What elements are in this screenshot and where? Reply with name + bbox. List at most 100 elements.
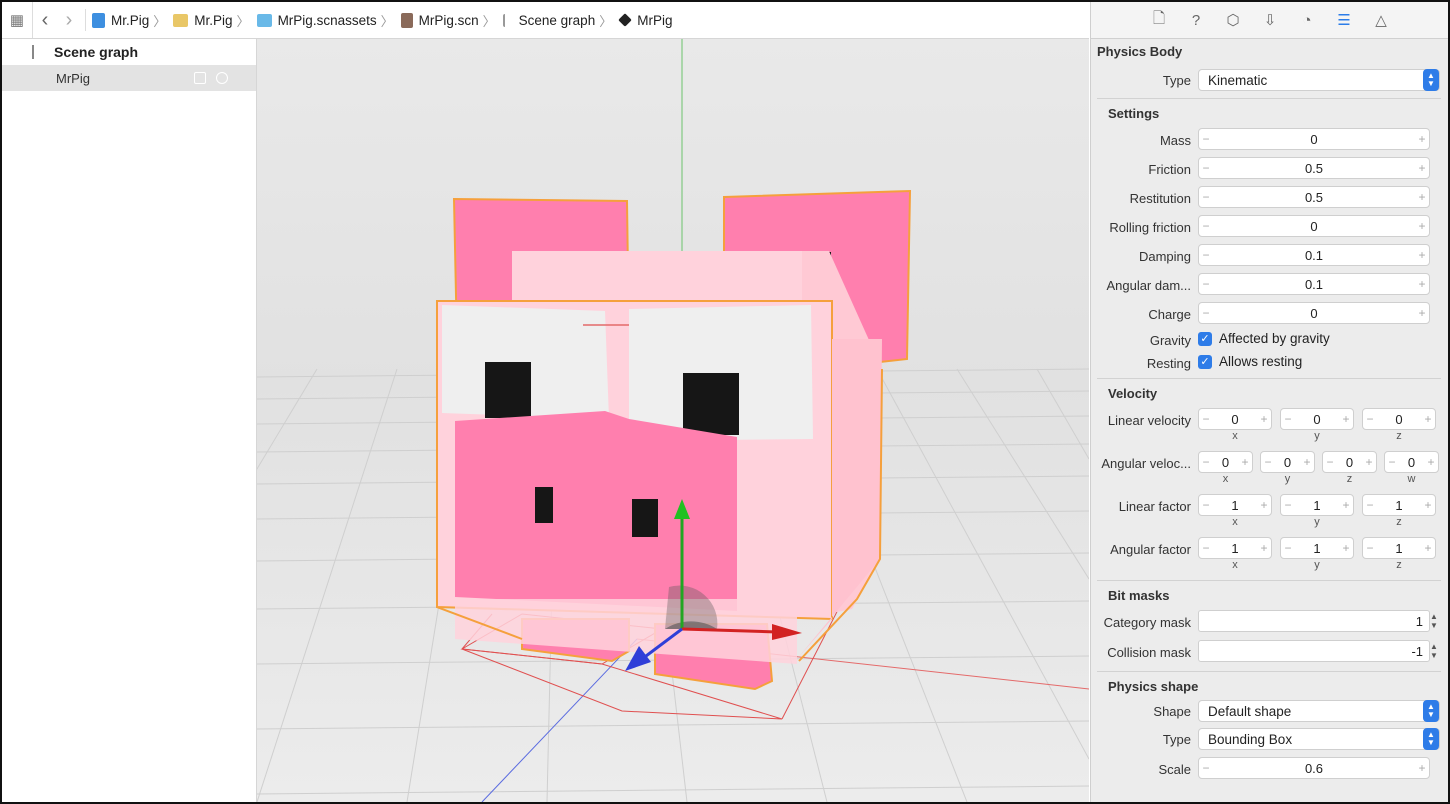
linear-velocity-label: Linear velocity: [1107, 413, 1191, 428]
friction-stepper[interactable]: −0.5 +: [1198, 157, 1430, 179]
cube-icon[interactable]: ⬡: [1223, 10, 1243, 30]
angular-velocity-y[interactable]: −0 +: [1260, 451, 1315, 473]
category-mask-label: Category mask: [1103, 615, 1191, 630]
back-arrow-icon[interactable]: ‹: [33, 2, 57, 38]
resting-checkbox[interactable]: ✓ Allows resting: [1198, 354, 1302, 369]
physics-body-title: Physics Body: [1097, 44, 1183, 59]
scene-icon[interactable]: △: [1371, 10, 1391, 30]
shape-select[interactable]: Default shape ▲ ▼: [1198, 700, 1440, 722]
axis-label: y: [1314, 559, 1320, 571]
bit-masks-title: Bit masks: [1108, 588, 1170, 603]
scene-render: [257, 39, 1089, 802]
scene-graph-header[interactable]: Scene graph: [2, 39, 256, 65]
scale-stepper[interactable]: −0.6 +: [1198, 757, 1430, 779]
angular-factor-z[interactable]: −1 +: [1362, 537, 1436, 559]
angular-damping-stepper[interactable]: −0.1 +: [1198, 273, 1430, 295]
angular-velocity-z[interactable]: −0 +: [1322, 451, 1377, 473]
linear-velocity-x[interactable]: −0 +: [1198, 408, 1272, 430]
charge-label: Charge: [1148, 307, 1191, 322]
xcode-window: ▦ ‹ › Mr.Pig 〉 Mr.Pig 〉 MrPig.scnassets …: [0, 0, 1450, 804]
axis-label: y: [1314, 516, 1320, 528]
select-arrows-icon: ▲ ▼: [1423, 728, 1439, 750]
linear-velocity-y[interactable]: −0 +: [1280, 408, 1354, 430]
physics-inspector: 🗋 ? ⬡ ⇩ ◔ ☰ △ Physics Body Type Kinemati…: [1090, 2, 1448, 802]
linear-factor-x[interactable]: −1 +: [1198, 494, 1272, 516]
axis-label: x: [1222, 473, 1229, 485]
linear-velocity-z[interactable]: −0 +: [1362, 408, 1436, 430]
linear-factor-z[interactable]: −1 +: [1362, 494, 1436, 516]
body-type-select[interactable]: Kinematic ▲ ▼: [1198, 69, 1440, 91]
rolling-friction-stepper[interactable]: −0 +: [1198, 215, 1430, 237]
breadcrumb-item[interactable]: Mr.Pig 〉: [92, 11, 173, 30]
damping-label: Damping: [1138, 249, 1191, 264]
z-axis-line: [481, 638, 638, 802]
scene-node-label: MrPig: [56, 70, 90, 86]
restitution-stepper[interactable]: −0.5 +: [1198, 186, 1430, 208]
breadcrumb-label: MrPig: [637, 12, 673, 28]
category-mask-stepper-icon[interactable]: ▲ ▼: [1429, 610, 1439, 632]
forward-arrow-icon[interactable]: ›: [57, 2, 81, 38]
gravity-checkbox[interactable]: ✓ Affected by gravity: [1198, 331, 1330, 346]
asset-folder-icon: [256, 13, 272, 27]
collision-mask-label: Collision mask: [1107, 645, 1191, 660]
angular-factor-y[interactable]: −1 +: [1280, 537, 1354, 559]
collision-mask-stepper-icon[interactable]: ▲ ▼: [1429, 640, 1439, 662]
node-options-icon[interactable]: [194, 72, 206, 84]
scene-viewport[interactable]: [257, 39, 1089, 802]
velocity-title: Velocity: [1108, 386, 1158, 401]
gravity-label: Gravity: [1149, 333, 1191, 348]
inspector-tabs: 🗋 ? ⬡ ⇩ ◔ ☰ △: [1091, 2, 1448, 39]
shape-label: Shape: [1153, 704, 1191, 719]
breadcrumb-item[interactable]: Mr.Pig 〉: [173, 11, 256, 30]
folder-icon: [173, 13, 189, 27]
breadcrumb-item[interactable]: MrPig.scnassets 〉: [256, 11, 401, 30]
angular-factor-label: Angular factor: [1110, 542, 1191, 557]
node-cube-icon: [618, 13, 633, 27]
axis-label: w: [1407, 473, 1416, 485]
damping-stepper[interactable]: −0.1 +: [1198, 244, 1430, 266]
breadcrumb-label: Scene graph: [518, 12, 596, 28]
scene-graph-icon: [32, 45, 43, 59]
resting-label: Resting: [1146, 356, 1191, 371]
breadcrumb-label: MrPig.scnassets: [277, 12, 377, 28]
physics-icon[interactable]: ☰: [1334, 10, 1354, 30]
attributes-icon[interactable]: ⇩: [1260, 10, 1280, 30]
axis-label: z: [1346, 473, 1353, 485]
node-visibility-icon[interactable]: [216, 72, 228, 84]
material-icon[interactable]: ◔: [1297, 10, 1317, 30]
restitution-label: Restitution: [1129, 191, 1191, 206]
rolling-friction-label: Rolling friction: [1109, 220, 1191, 235]
angular-velocity-w[interactable]: −0 +: [1384, 451, 1439, 473]
mass-stepper[interactable]: −0 +: [1198, 128, 1430, 150]
breadcrumb-item[interactable]: MrPig.scn 〉: [400, 11, 503, 30]
linear-factor-y[interactable]: −1 +: [1280, 494, 1354, 516]
breadcrumb-label: Mr.Pig: [111, 12, 150, 28]
scene-node-row[interactable]: MrPig: [2, 65, 256, 91]
category-mask-field[interactable]: 1: [1198, 610, 1430, 632]
related-items-icon[interactable]: ▦: [2, 2, 33, 38]
breadcrumb-label: Mr.Pig: [194, 12, 233, 28]
scene-graph-panel: Scene graph MrPig: [2, 39, 257, 802]
file-icon[interactable]: 🗋: [1149, 10, 1169, 30]
help-icon[interactable]: ?: [1186, 10, 1206, 30]
scale-label: Scale: [1158, 762, 1191, 777]
shape-type-select[interactable]: Bounding Box ▲ ▼: [1198, 728, 1440, 750]
collision-mask-field[interactable]: -1: [1198, 640, 1430, 662]
body-type-value: Kinematic: [1208, 72, 1268, 88]
mrpig-model[interactable]: [436, 189, 912, 720]
angular-factor-x[interactable]: −1 +: [1198, 537, 1272, 559]
angular-damping-label: Angular dam...: [1106, 278, 1191, 293]
physics-shape-title: Physics shape: [1108, 679, 1199, 694]
angular-velocity-x[interactable]: −0 +: [1198, 451, 1253, 473]
breadcrumb-item[interactable]: MrPig: [618, 12, 673, 28]
axis-label: x: [1232, 516, 1238, 528]
settings-title: Settings: [1108, 106, 1160, 121]
axis-label: z: [1396, 516, 1402, 528]
charge-stepper[interactable]: −0 +: [1198, 302, 1430, 324]
breadcrumb-item[interactable]: Scene graph 〉: [502, 11, 620, 30]
checkmark-icon: ✓: [1198, 354, 1212, 369]
scene-graph-icon: [502, 13, 513, 27]
scene-graph-title: Scene graph: [54, 44, 139, 60]
shape-type-label: Type: [1162, 732, 1191, 747]
axis-label: x: [1232, 430, 1238, 442]
